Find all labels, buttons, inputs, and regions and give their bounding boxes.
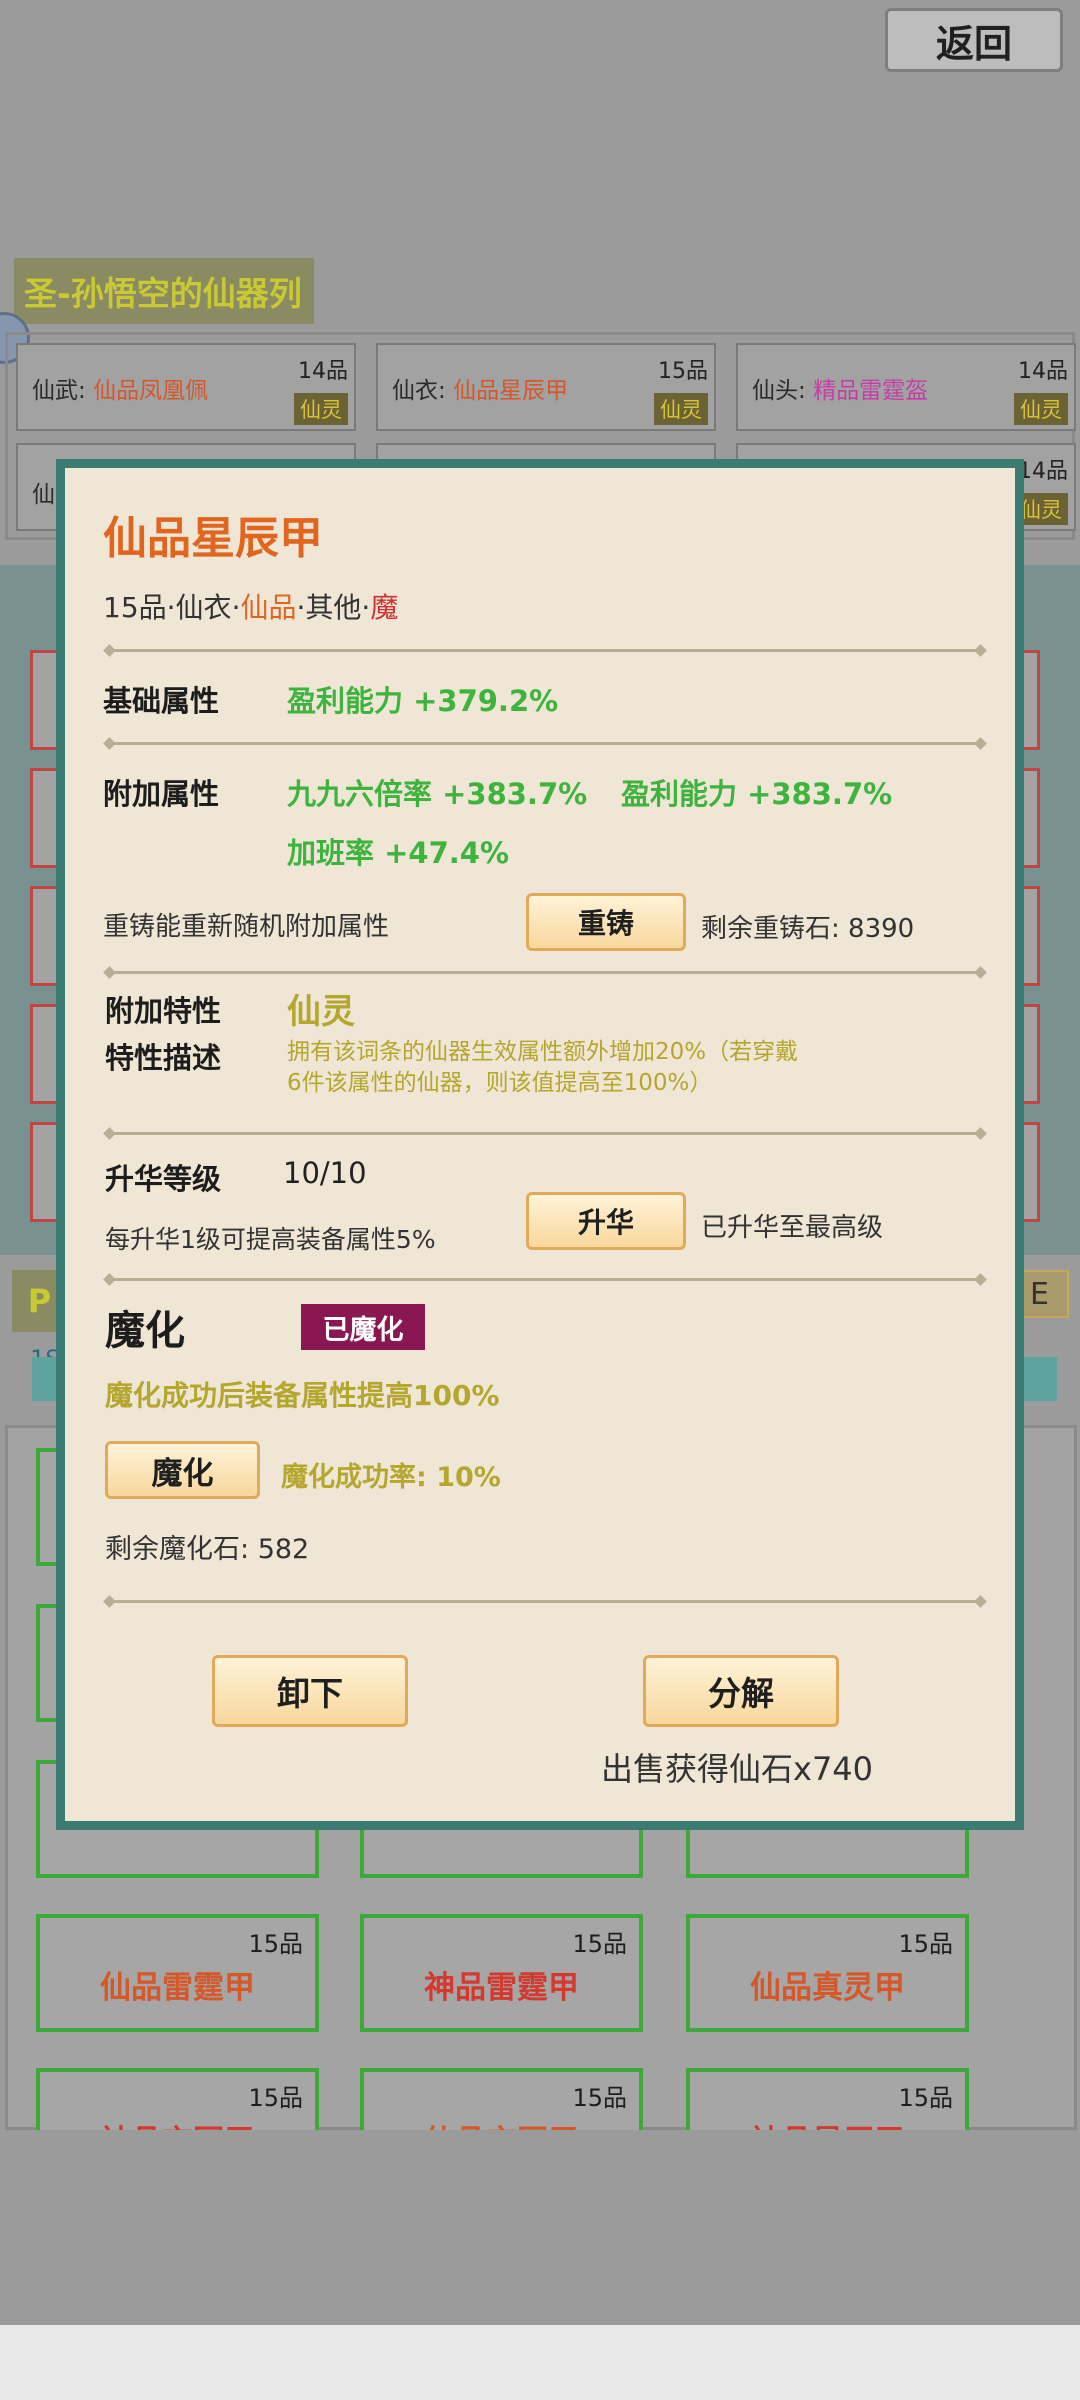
trait-desc-line: 拥有该词条的仙器生效属性额外增加20%（若穿戴 xyxy=(287,1039,799,1065)
extra-attr-value: 加班率 +47.4% xyxy=(287,836,510,870)
demonized-badge: 已魔化 xyxy=(301,1304,425,1350)
slot-label: 仙 xyxy=(32,482,55,508)
item-subtitle: 15品·仙衣·仙品·其他·魔 xyxy=(103,586,398,626)
quality-text: 仙品 xyxy=(240,591,297,624)
sublime-description: 每升华1级可提高装备属性5% xyxy=(105,1225,436,1254)
grade-label: 15品 xyxy=(248,1930,303,1958)
slot-label: 仙武 xyxy=(32,378,78,404)
grade-label: 15品 xyxy=(572,1930,627,1958)
demonize-rate: 魔化成功率: 10% xyxy=(281,1455,501,1494)
trait-tag: 仙灵 xyxy=(294,393,348,425)
slot-text: 仙衣 xyxy=(175,591,232,624)
bottom-bar xyxy=(0,2325,1080,2400)
grade-label: 15品 xyxy=(898,2084,953,2112)
back-button[interactable]: 返回 xyxy=(885,8,1063,72)
recast-stone-label: 剩余重铸石: xyxy=(701,914,840,944)
sell-reward-text: 出售获得仙石x740 xyxy=(601,1750,874,1788)
equip-slot-weapon[interactable]: 14品 仙武: 仙品凤凰佩 仙灵 xyxy=(16,343,356,431)
divider xyxy=(109,1278,981,1281)
equip-name: 仙品凤凰佩 xyxy=(93,378,209,404)
grade-label: 14品 xyxy=(298,359,348,384)
recast-button[interactable]: 重铸 xyxy=(526,893,686,951)
demonize-description: 魔化成功后装备属性提高100% xyxy=(105,1379,500,1412)
demonize-stone-count: 剩余魔化石: 582 xyxy=(105,1527,309,1566)
recast-stone-count: 剩余重铸石: 8390 xyxy=(701,908,914,945)
grade-label: 14品 xyxy=(1018,459,1068,484)
slot-label: 仙衣 xyxy=(392,378,438,404)
list-item[interactable]: 15品 仙品真灵甲 xyxy=(686,1914,969,2032)
trait-tag: 仙灵 xyxy=(654,393,708,425)
demonize-stone-value: 582 xyxy=(257,1534,310,1565)
extra-attr-value: 盈利能力 +383.7% xyxy=(621,777,893,811)
base-attr-value: 盈利能力 +379.2% xyxy=(287,684,559,718)
divider xyxy=(109,1132,981,1135)
recast-description: 重铸能重新随机附加属性 xyxy=(103,912,390,942)
item-name: 仙品雷霆甲 xyxy=(100,1970,255,2006)
list-item[interactable]: 15品 仙品雷霆甲 xyxy=(36,1914,319,2032)
item-title: 仙品星辰甲 xyxy=(103,513,323,564)
demonize-label: 魔化 xyxy=(105,1308,185,1354)
demonize-rate-label: 魔化成功率: xyxy=(281,1462,427,1493)
slot-label: 仙头 xyxy=(752,378,798,404)
demonize-button[interactable]: 魔化 xyxy=(105,1441,260,1499)
separator: · xyxy=(166,591,176,624)
list-item[interactable]: 15品 神品雷霆甲 xyxy=(360,1914,643,2032)
trait-description: 拥有该词条的仙器生效属性额外增加20%（若穿戴 6件该属性的仙器，则该值提高至1… xyxy=(287,1037,937,1099)
grade-label: 14品 xyxy=(1018,359,1068,384)
separator: · xyxy=(361,591,371,624)
base-attr-label: 基础属性 xyxy=(103,684,220,718)
list-item[interactable]: 15品 仙品玄冥甲 xyxy=(360,2068,643,2130)
kind-text: 其他 xyxy=(305,591,362,624)
item-detail-dialog: 仙品星辰甲 15品·仙衣·仙品·其他·魔 基础属性 盈利能力 +379.2% 附… xyxy=(56,459,1024,1830)
grade-text: 15品 xyxy=(103,591,167,624)
unequip-button[interactable]: 卸下 xyxy=(212,1655,408,1727)
item-name: 仙品玄冥甲 xyxy=(364,2116,639,2130)
sublime-level-value: 10/10 xyxy=(283,1156,367,1190)
equip-name: 精品雷霆盔 xyxy=(813,378,929,404)
list-item[interactable]: 15品 神品玄冥甲 xyxy=(36,2068,319,2130)
divider xyxy=(109,649,981,652)
grade-label: 15品 xyxy=(248,2084,303,2112)
equip-name: 仙品星辰甲 xyxy=(453,378,569,404)
trait-name: 仙灵 xyxy=(287,992,355,1032)
demonize-rate-value: 10% xyxy=(436,1462,501,1493)
list-item[interactable]: 15品 神品星辰甲 xyxy=(686,2068,969,2130)
trait-label: 附加特性 xyxy=(105,994,222,1028)
divider xyxy=(109,971,981,974)
equip-slot-armor[interactable]: 15品 仙衣: 仙品星辰甲 仙灵 xyxy=(376,343,716,431)
item-name: 仙品真灵甲 xyxy=(750,1970,905,2006)
sublime-status: 已升华至最高级 xyxy=(701,1213,884,1243)
equip-slot-helmet[interactable]: 14品 仙头: 精品雷霆盔 仙灵 xyxy=(736,343,1076,431)
item-name: 神品星辰甲 xyxy=(690,2116,965,2130)
extra-attr-label: 附加属性 xyxy=(103,777,220,811)
set-title: 圣-孙悟空的仙器列 xyxy=(14,258,314,324)
extra-attr-value: 九九六倍率 +383.7% xyxy=(287,777,588,811)
recast-stone-value: 8390 xyxy=(848,914,915,944)
divider xyxy=(109,742,981,745)
decompose-button[interactable]: 分解 xyxy=(643,1655,839,1727)
trait-desc-label: 特性描述 xyxy=(105,1041,222,1075)
demon-text: 魔 xyxy=(370,591,399,624)
trait-tag: 仙灵 xyxy=(1014,393,1068,425)
sublime-button[interactable]: 升华 xyxy=(526,1192,686,1250)
divider xyxy=(109,1600,981,1603)
grade-label: 15品 xyxy=(898,1930,953,1958)
grade-label: 15品 xyxy=(658,359,708,384)
item-name: 神品雷霆甲 xyxy=(424,1970,579,2006)
grade-label: 15品 xyxy=(572,2084,627,2112)
sublime-level-label: 升华等级 xyxy=(105,1162,222,1196)
trait-desc-line: 6件该属性的仙器，则该值提高至100%） xyxy=(287,1070,713,1096)
item-name: 神品玄冥甲 xyxy=(40,2116,315,2130)
demonize-stone-label: 剩余魔化石: xyxy=(105,1534,250,1565)
